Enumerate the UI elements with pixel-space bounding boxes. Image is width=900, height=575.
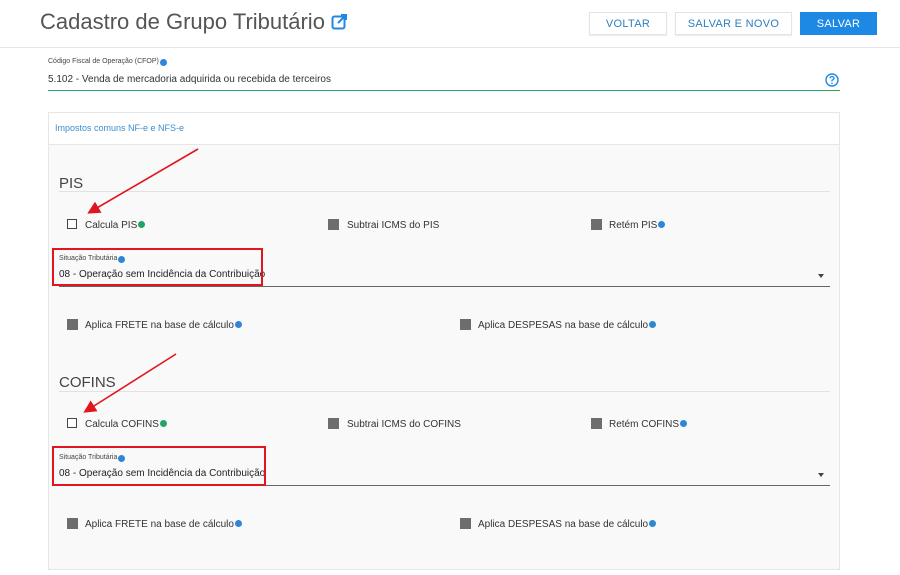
- annotation-arrow-icon: [83, 148, 199, 413]
